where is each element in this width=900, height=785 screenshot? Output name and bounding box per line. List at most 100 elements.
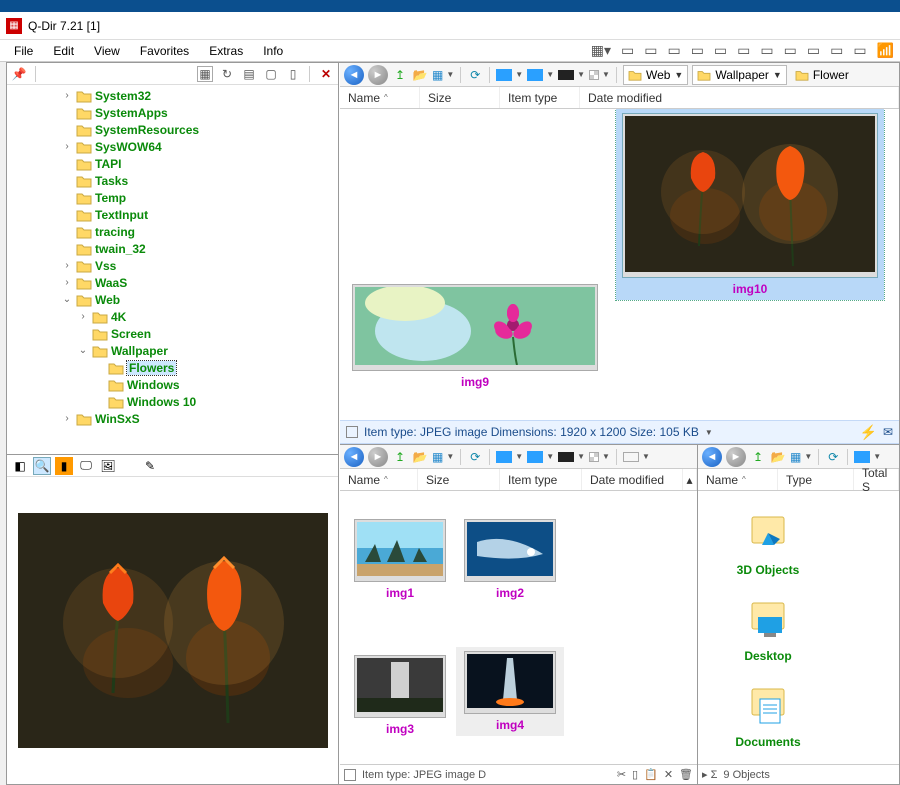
forward-button[interactable]: ► xyxy=(726,447,746,467)
refresh-icon[interactable]: ⟳ xyxy=(825,449,841,465)
tree-item-waas[interactable]: ›WaaS xyxy=(7,274,338,291)
tree-item-tapi[interactable]: TAPI xyxy=(7,155,338,172)
monitor-dropdown[interactable]: ▼ xyxy=(527,69,554,81)
color-dropdown[interactable]: ▼ xyxy=(558,70,585,80)
status-checkbox[interactable] xyxy=(346,426,358,438)
display-dropdown[interactable]: ▼ xyxy=(854,451,881,463)
folder-open-icon[interactable]: 📂 xyxy=(412,67,428,83)
thumb-img2[interactable] xyxy=(464,519,556,582)
monitor-dropdown[interactable]: ▼ xyxy=(527,451,554,463)
tree-item-system32[interactable]: ›System32 xyxy=(7,87,338,104)
sigma-icon[interactable]: ▸ Σ xyxy=(702,768,717,781)
up-icon[interactable]: ↥ xyxy=(392,449,408,465)
trash-icon[interactable]: 🗑 xyxy=(679,768,693,781)
picture-icon[interactable]: 🖼 xyxy=(99,457,117,475)
tree-item-windows[interactable]: Windows xyxy=(7,376,338,393)
layout-icon[interactable]: ▭ xyxy=(667,42,680,59)
back-button[interactable]: ◄ xyxy=(702,447,722,467)
tree-item-4k[interactable]: ›4K xyxy=(7,308,338,325)
col-size[interactable]: Size xyxy=(420,87,500,108)
pane-br-icons[interactable]: 3D ObjectsDesktopDocumentsDownloaMusicPi… xyxy=(698,491,899,764)
layout-icon[interactable]: ▭ xyxy=(807,42,820,59)
col-total[interactable]: Total S xyxy=(854,469,899,490)
tree-item-temp[interactable]: Temp xyxy=(7,189,338,206)
expand-icon[interactable]: ⌄ xyxy=(77,345,89,356)
col-name[interactable]: Name^ xyxy=(698,469,778,490)
col-size[interactable]: Size xyxy=(418,469,500,490)
expand-icon[interactable]: › xyxy=(61,260,73,271)
folder-3d-objects[interactable]: 3D Objects xyxy=(708,501,828,587)
layout-icon[interactable]: ▭ xyxy=(853,42,866,59)
expand-icon[interactable]: ⌄ xyxy=(61,294,73,305)
folder-desktop[interactable]: Desktop xyxy=(708,587,828,673)
menu-file[interactable]: File xyxy=(14,44,33,58)
mail-icon[interactable]: ✉ xyxy=(883,425,893,439)
col-type[interactable]: Type xyxy=(778,469,854,490)
magnify-icon[interactable]: 🔍 xyxy=(33,457,51,475)
layout-icon[interactable]: ▭ xyxy=(644,42,657,59)
col-name[interactable]: Name^ xyxy=(340,87,420,108)
plain-dropdown[interactable]: ▼ xyxy=(623,452,650,462)
thumb-img3[interactable] xyxy=(354,655,446,718)
folder-tree[interactable]: ›System32SystemAppsSystemResources›SysWO… xyxy=(7,85,338,454)
expand-icon[interactable]: › xyxy=(61,277,73,288)
forward-button[interactable]: ► xyxy=(368,447,388,467)
doc-icon[interactable]: ▯ xyxy=(285,66,301,82)
refresh-icon[interactable]: ⟳ xyxy=(467,449,483,465)
view-mode-dropdown[interactable]: ▦▼ xyxy=(790,450,812,464)
col-name[interactable]: Name^ xyxy=(340,469,418,490)
display-dropdown[interactable]: ▼ xyxy=(496,69,523,81)
scroll-up[interactable]: ▴ xyxy=(683,469,697,490)
expand-icon[interactable]: › xyxy=(61,413,73,424)
status-checkbox[interactable] xyxy=(344,769,356,781)
col-datemod[interactable]: Date modified xyxy=(582,469,683,490)
menu-favorites[interactable]: Favorites xyxy=(140,44,189,58)
up-icon[interactable]: ↥ xyxy=(750,449,766,465)
tree-item-flowers[interactable]: Flowers xyxy=(7,359,338,376)
eyedropper-icon[interactable]: ✎ xyxy=(141,457,159,475)
layout-icon[interactable]: ▭ xyxy=(737,42,750,59)
tree-item-screen[interactable]: Screen xyxy=(7,325,338,342)
tree-item-tracing[interactable]: tracing xyxy=(7,223,338,240)
back-button[interactable]: ◄ xyxy=(344,65,364,85)
tree-item-windows-10[interactable]: Windows 10 xyxy=(7,393,338,410)
close-icon[interactable]: ✕ xyxy=(318,66,334,82)
expand-icon[interactable]: › xyxy=(61,90,73,101)
delete-icon[interactable]: ✕ xyxy=(664,768,673,781)
bolt-icon[interactable]: ⚡ xyxy=(860,424,877,441)
layout-icon[interactable]: ▭ xyxy=(784,42,797,59)
mode-icon[interactable]: ◧ xyxy=(11,457,29,475)
back-button[interactable]: ◄ xyxy=(344,447,364,467)
col-datemod[interactable]: Date modified xyxy=(580,87,899,108)
menu-edit[interactable]: Edit xyxy=(53,44,74,58)
transparency-dropdown[interactable]: ▼ xyxy=(589,70,610,80)
layout-icon[interactable]: ▭ xyxy=(830,42,843,59)
col-itemtype[interactable]: Item type xyxy=(500,469,582,490)
menu-info[interactable]: Info xyxy=(263,44,283,58)
layout-icon[interactable]: ▭ xyxy=(621,42,634,59)
up-icon[interactable]: ↥ xyxy=(392,67,408,83)
menu-extras[interactable]: Extras xyxy=(209,44,243,58)
tree-item-systemapps[interactable]: SystemApps xyxy=(7,104,338,121)
col-itemtype[interactable]: Item type xyxy=(500,87,580,108)
paste-icon[interactable]: 📋 xyxy=(644,768,658,781)
refresh-icon[interactable]: ↻ xyxy=(219,66,235,82)
thumb-img10[interactable] xyxy=(622,113,878,278)
expand-icon[interactable]: › xyxy=(61,141,73,152)
color-dropdown[interactable]: ▼ xyxy=(558,452,585,462)
breadcrumb-web[interactable]: Web▼ xyxy=(623,65,688,85)
layout-grid-icon[interactable]: ▦▾ xyxy=(591,42,611,59)
window-icon[interactable]: ▢ xyxy=(263,66,279,82)
expand-icon[interactable]: › xyxy=(77,311,89,322)
pane-top-thumbs[interactable]: img9 xyxy=(340,109,899,420)
display-dropdown[interactable]: ▼ xyxy=(496,451,523,463)
layout-icon[interactable]: ▭ xyxy=(691,42,704,59)
view-mode-dropdown[interactable]: ▦▼ xyxy=(432,450,454,464)
tree-item-tasks[interactable]: Tasks xyxy=(7,172,338,189)
breadcrumb-flowers[interactable]: Flower xyxy=(791,65,853,85)
thumb-img1[interactable] xyxy=(354,519,446,582)
breadcrumb-wallpaper[interactable]: Wallpaper▼ xyxy=(692,65,787,85)
display-icon[interactable]: 🖵 xyxy=(77,457,95,475)
layout-icon[interactable]: ▭ xyxy=(760,42,773,59)
tree-item-wallpaper[interactable]: ⌄Wallpaper xyxy=(7,342,338,359)
